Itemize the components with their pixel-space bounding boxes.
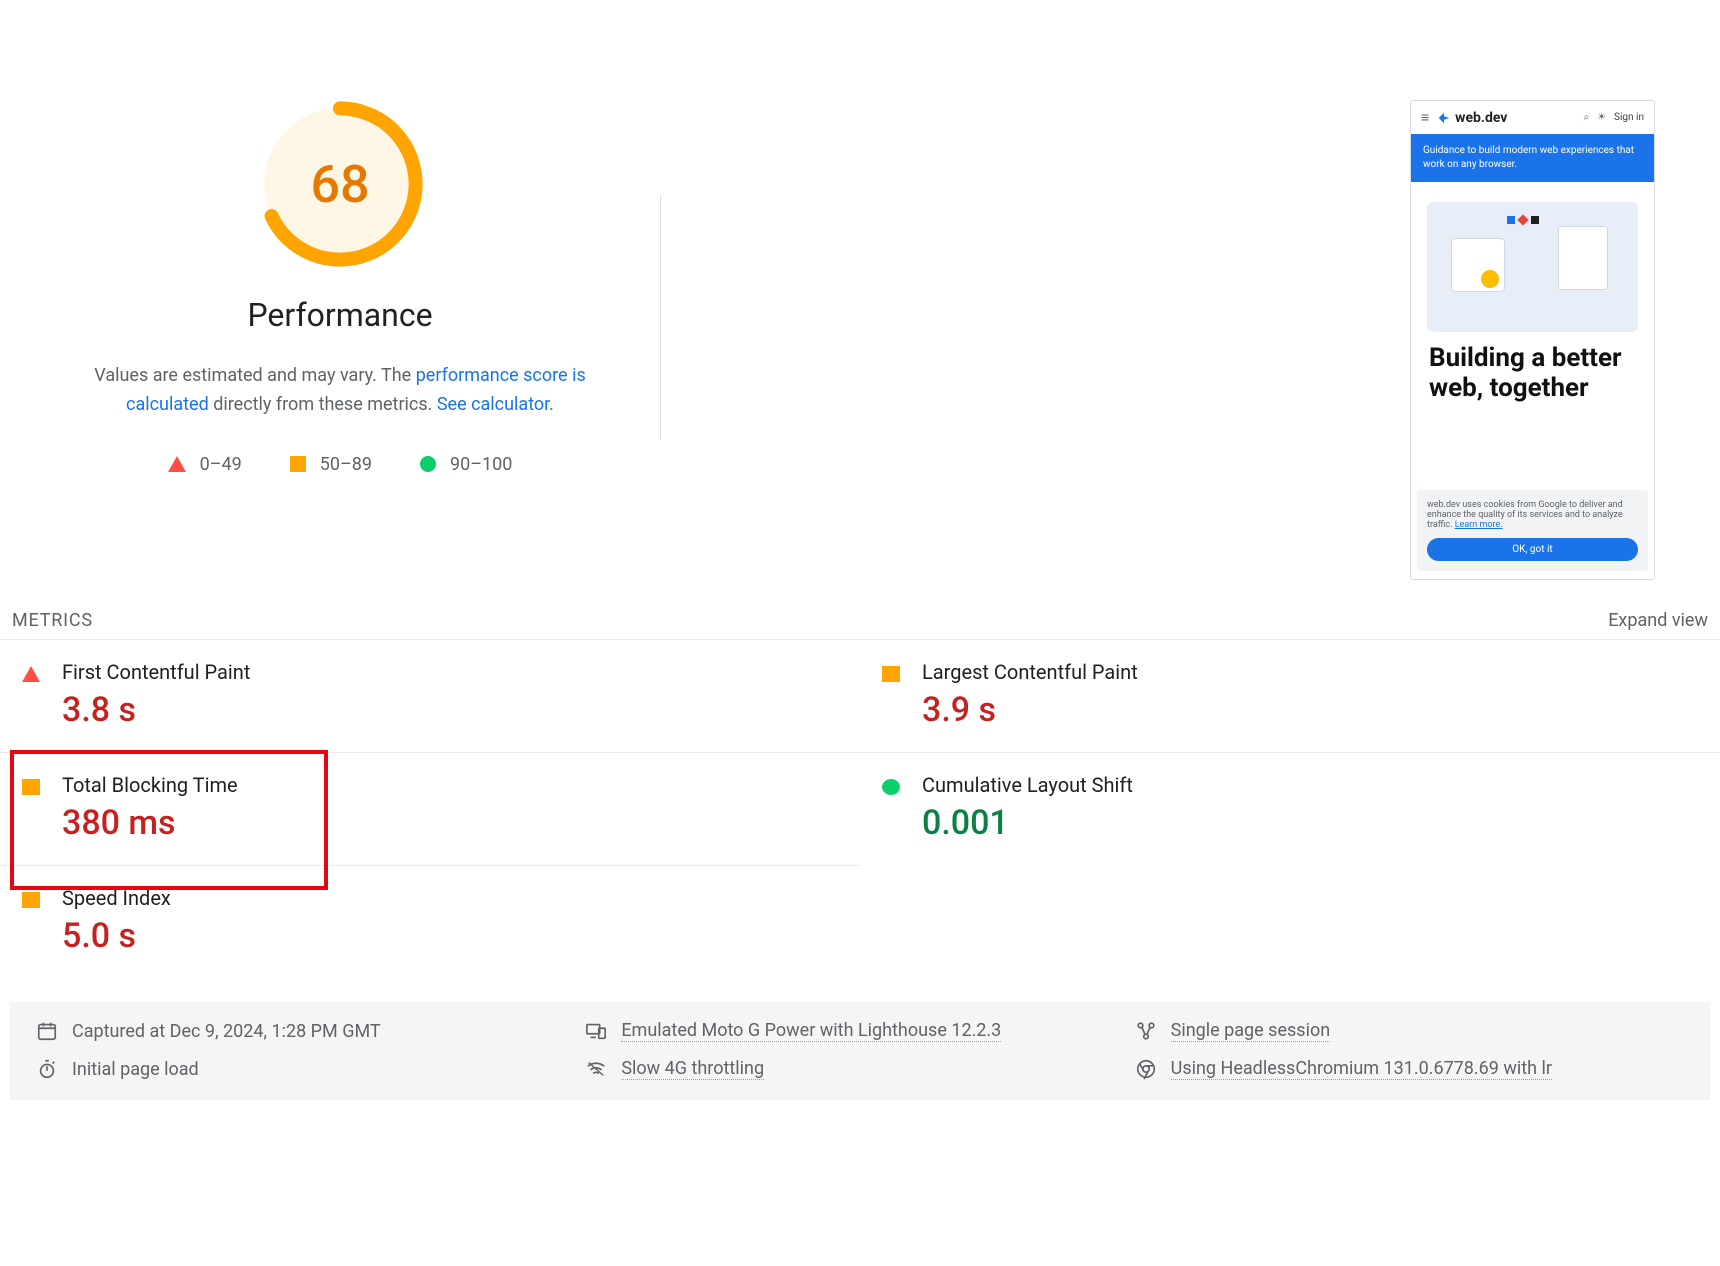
legend-average: 50–89 xyxy=(290,454,372,475)
page-screenshot-preview: ≡ web.dev ⌕ ☀ Sign in Guidance to build … xyxy=(1410,100,1670,580)
env-session-text: Single page session xyxy=(1171,1020,1331,1042)
metrics-section-title: METRICS xyxy=(12,610,93,631)
legend-avg-label: 50–89 xyxy=(320,454,372,475)
metrics-grid: First Contentful Paint 3.8 s Largest Con… xyxy=(0,639,1720,978)
metric-value: 0.001 xyxy=(922,803,1133,843)
vertical-divider xyxy=(660,195,661,440)
metric-label: Largest Contentful Paint xyxy=(922,660,1138,684)
env-load-text: Initial page load xyxy=(72,1059,199,1080)
theme-icon: ☀ xyxy=(1597,112,1606,123)
metric-value: 3.8 s xyxy=(62,690,250,730)
metric-tbt[interactable]: Total Blocking Time 380 ms xyxy=(0,753,860,866)
brand-text: web.dev xyxy=(1455,110,1507,126)
cookie-ok-button: OK, got it xyxy=(1427,538,1638,561)
env-captured: Captured at Dec 9, 2024, 1:28 PM GMT xyxy=(36,1020,585,1042)
square-icon xyxy=(882,666,900,682)
square-icon xyxy=(290,456,306,472)
preview-headline: Building a better web, together xyxy=(1411,344,1654,414)
env-browser[interactable]: Using HeadlessChromium 131.0.6778.69 wit… xyxy=(1135,1058,1684,1080)
metric-value: 3.9 s xyxy=(922,690,1138,730)
preview-banner: Guidance to build modern web experiences… xyxy=(1411,134,1654,182)
legend-pass: 90–100 xyxy=(420,454,512,475)
session-icon xyxy=(1135,1020,1157,1042)
env-device-text: Emulated Moto G Power with Lighthouse 12… xyxy=(621,1020,1001,1042)
see-calculator-link[interactable]: See calculator. xyxy=(437,394,554,415)
cookie-learn-link: Learn more. xyxy=(1455,520,1503,530)
stopwatch-icon xyxy=(36,1058,58,1080)
score-legend: 0–49 50–89 90–100 xyxy=(168,454,513,475)
expand-view-toggle[interactable]: Expand view xyxy=(1608,610,1708,631)
chrome-icon xyxy=(1135,1058,1157,1080)
network-icon xyxy=(585,1058,607,1080)
legend-pass-label: 90–100 xyxy=(450,454,512,475)
legend-fail: 0–49 xyxy=(168,454,242,475)
desc-middle: directly from these metrics. xyxy=(209,394,437,415)
environment-footer: Captured at Dec 9, 2024, 1:28 PM GMT Emu… xyxy=(10,1002,1710,1100)
env-session[interactable]: Single page session xyxy=(1135,1020,1684,1042)
performance-gauge-section: 68 Performance Values are estimated and … xyxy=(20,100,660,475)
metric-cls[interactable]: Cumulative Layout Shift 0.001 xyxy=(860,753,1720,866)
env-network-text: Slow 4G throttling xyxy=(621,1058,764,1080)
metric-fcp[interactable]: First Contentful Paint 3.8 s xyxy=(0,640,860,753)
circle-icon xyxy=(420,456,436,472)
performance-title: Performance xyxy=(247,296,432,334)
metric-value: 5.0 s xyxy=(62,916,171,956)
calendar-icon xyxy=(36,1020,58,1042)
env-captured-text: Captured at Dec 9, 2024, 1:28 PM GMT xyxy=(72,1021,381,1042)
metric-speed-index[interactable]: Speed Index 5.0 s xyxy=(0,866,860,978)
preview-cookie-notice: web.dev uses cookies from Google to deli… xyxy=(1417,490,1648,571)
metric-value: 380 ms xyxy=(62,803,238,843)
desc-prefix: Values are estimated and may vary. The xyxy=(94,365,415,386)
metric-label: Total Blocking Time xyxy=(62,773,238,797)
env-load: Initial page load xyxy=(36,1058,585,1080)
circle-icon xyxy=(882,779,900,795)
preview-illustration xyxy=(1427,202,1638,332)
performance-score: 68 xyxy=(256,100,424,268)
devices-icon xyxy=(585,1020,607,1042)
triangle-icon xyxy=(168,456,186,472)
square-icon xyxy=(22,779,40,795)
signin-link: Sign in xyxy=(1614,112,1644,123)
square-icon xyxy=(22,892,40,908)
metric-label: First Contentful Paint xyxy=(62,660,250,684)
menu-icon: ≡ xyxy=(1421,109,1429,126)
env-network[interactable]: Slow 4G throttling xyxy=(585,1058,1134,1080)
performance-description: Values are estimated and may vary. The p… xyxy=(60,362,620,420)
env-device[interactable]: Emulated Moto G Power with Lighthouse 12… xyxy=(585,1020,1134,1042)
metric-label: Speed Index xyxy=(62,886,171,910)
metric-lcp[interactable]: Largest Contentful Paint 3.9 s xyxy=(860,640,1720,753)
metric-label: Cumulative Layout Shift xyxy=(922,773,1133,797)
env-browser-text: Using HeadlessChromium 131.0.6778.69 wit… xyxy=(1171,1058,1552,1080)
performance-gauge: 68 xyxy=(256,100,424,268)
triangle-icon xyxy=(22,666,40,682)
webdev-logo: web.dev xyxy=(1437,110,1507,126)
search-icon: ⌕ xyxy=(1583,112,1589,123)
legend-fail-label: 0–49 xyxy=(200,454,242,475)
